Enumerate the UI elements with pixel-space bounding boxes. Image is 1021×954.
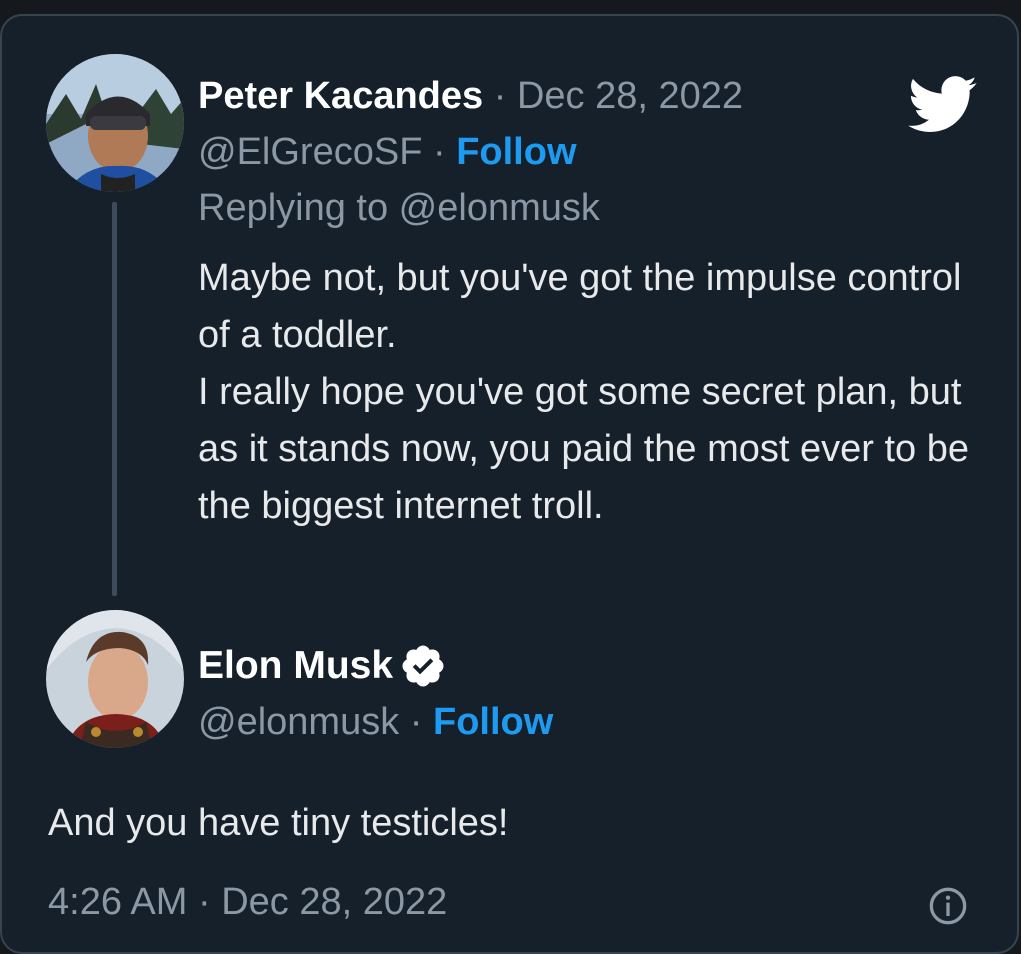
- main-author-row: Elon Musk: [198, 642, 447, 690]
- avatar-elon-musk[interactable]: [46, 610, 184, 748]
- tweet-date[interactable]: Dec 28, 2022: [221, 881, 447, 923]
- tweet-timestamp[interactable]: 4:26 AM · Dec 28, 2022: [48, 880, 447, 924]
- follow-button-elgrecosf[interactable]: Follow: [456, 131, 576, 173]
- main-author-name[interactable]: Elon Musk: [198, 643, 393, 689]
- avatar-peter-kacandes[interactable]: [46, 54, 184, 192]
- reply-handle-row: @ElGrecoSF · Follow: [198, 130, 577, 174]
- follow-button-elonmusk[interactable]: Follow: [433, 701, 553, 743]
- reply-text-line: I really hope you've got some secret pla…: [198, 371, 970, 527]
- separator: ·: [409, 701, 423, 743]
- reply-text-line: Maybe not, but you've got the impulse co…: [198, 257, 962, 356]
- main-author-handle[interactable]: @elonmusk: [198, 701, 399, 743]
- reply-date[interactable]: Dec 28, 2022: [517, 75, 743, 117]
- separator: ·: [432, 131, 446, 173]
- main-tweet-text: And you have tiny testicles!: [48, 802, 509, 844]
- twitter-bird-icon[interactable]: [908, 76, 978, 134]
- reply-author-name[interactable]: Peter Kacandes: [198, 75, 483, 117]
- reply-author-handle[interactable]: @ElGrecoSF: [198, 131, 422, 173]
- separator: ·: [197, 881, 211, 923]
- tweet-time[interactable]: 4:26 AM: [48, 881, 187, 923]
- verified-badge-icon: [402, 645, 444, 687]
- main-handle-row: @elonmusk · Follow: [198, 700, 553, 744]
- thread-connector-line: [112, 202, 117, 596]
- replying-to[interactable]: Replying to @elonmusk: [198, 186, 600, 230]
- tweet-embed-card: Peter Kacandes · Dec 28, 2022 @ElGrecoSF…: [0, 14, 1019, 954]
- reply-header: Peter Kacandes · Dec 28, 2022: [198, 74, 743, 118]
- info-icon[interactable]: [928, 886, 968, 926]
- reply-text: Maybe not, but you've got the impulse co…: [198, 250, 998, 535]
- separator: ·: [493, 75, 507, 117]
